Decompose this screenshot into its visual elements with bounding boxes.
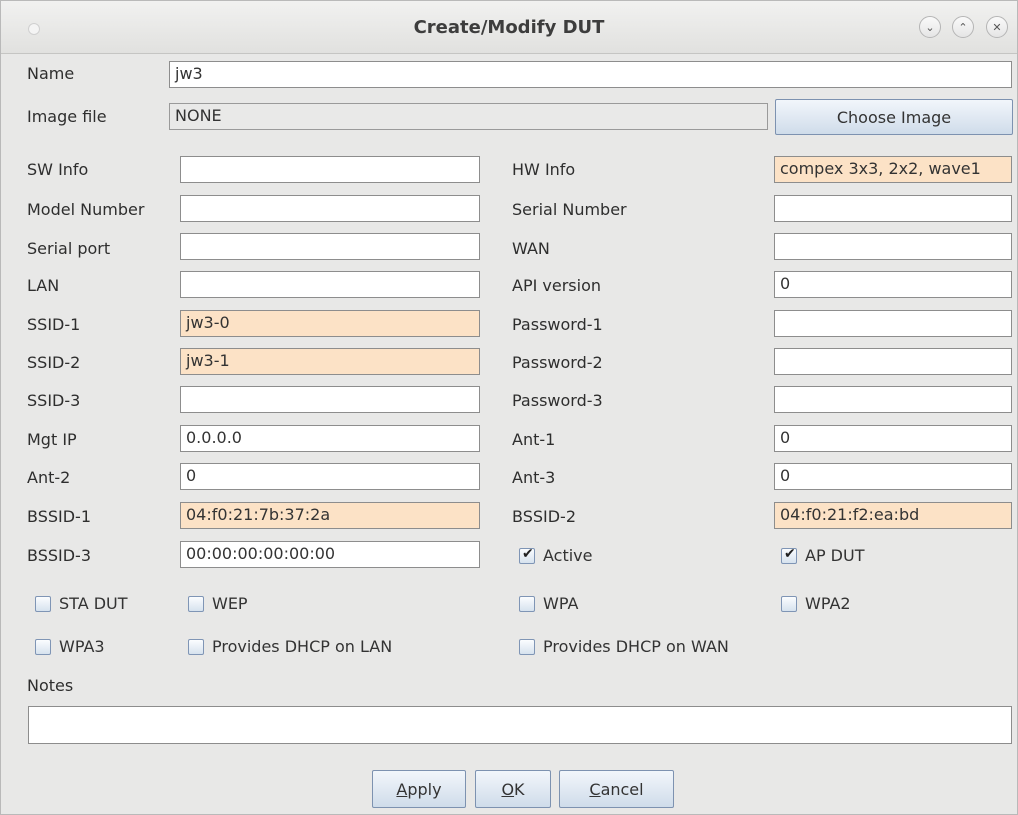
chevron-down-icon: ⌄ [925,20,935,34]
ap-dut-label: AP DUT [805,546,865,565]
checkbox-box [519,638,535,655]
checkbox-box [188,595,204,612]
mgt-ip-label: Mgt IP [27,430,77,449]
bssid-3-input[interactable]: 00:00:00:00:00:00 [180,541,480,568]
checkbox-box [519,546,535,564]
bssid-1-input[interactable]: 04:f0:21:7b:37:2a [180,502,480,529]
notes-textarea[interactable] [28,706,1012,744]
apply-mnemonic: A [396,779,408,799]
wep-checkbox[interactable]: WEP [188,594,248,613]
model-number-input[interactable] [180,195,480,222]
ok-label-rest: K [514,779,525,799]
name-input[interactable]: jw3 [169,61,1012,88]
password-3-label: Password-3 [512,391,603,410]
minimize-button[interactable]: ⌄ [919,16,941,38]
bssid-1-label: BSSID-1 [27,507,91,526]
ant-2-label: Ant-2 [27,468,71,487]
checkbox-box [781,546,797,564]
password-2-label: Password-2 [512,353,603,372]
title-bar[interactable]: Create/Modify DUT ⌄ ⌃ ✕ [1,1,1017,54]
wep-label: WEP [212,594,248,613]
checkbox-box [35,638,51,655]
checkbox-box [519,595,535,612]
ssid-1-input[interactable]: jw3-0 [180,310,480,337]
serial-port-label: Serial port [27,239,111,258]
ssid-2-input[interactable]: jw3-1 [180,348,480,375]
password-3-input[interactable] [774,386,1012,413]
image-file-field: NONE [169,103,768,130]
close-button[interactable]: ✕ [986,16,1008,38]
ok-button[interactable]: OK [475,770,551,808]
apply-label-rest: pply [407,779,442,799]
hw-info-label: HW Info [512,160,576,179]
bssid-2-input[interactable]: 04:f0:21:f2:ea:bd [774,502,1012,529]
api-version-label: API version [512,276,601,295]
checkbox-box [188,638,204,655]
password-1-input[interactable] [774,310,1012,337]
apply-button[interactable]: Apply [372,770,466,808]
ant-1-label: Ant-1 [512,430,556,449]
wpa-label: WPA [543,594,579,613]
cancel-label-rest: ancel [600,779,644,799]
sw-info-label: SW Info [27,160,89,179]
lan-input[interactable] [180,271,480,298]
wpa3-checkbox[interactable]: WPA3 [35,637,105,656]
password-2-input[interactable] [774,348,1012,375]
wpa3-label: WPA3 [59,637,105,656]
hw-info-input[interactable]: compex 3x3, 2x2, wave1 [774,156,1012,183]
checkbox-box [781,595,797,612]
serial-number-label: Serial Number [512,200,627,219]
wpa2-label: WPA2 [805,594,851,613]
ssid-1-label: SSID-1 [27,315,81,334]
active-checkbox[interactable]: Active [519,546,593,565]
maximize-button[interactable]: ⌃ [952,16,974,38]
lan-label: LAN [27,276,60,295]
active-label: Active [543,546,593,565]
dhcp-wan-label: Provides DHCP on WAN [543,637,729,656]
model-number-label: Model Number [27,200,145,219]
dhcp-lan-checkbox[interactable]: Provides DHCP on LAN [188,637,392,656]
sw-info-input[interactable] [180,156,480,183]
chevron-up-icon: ⌃ [958,20,968,34]
bssid-2-label: BSSID-2 [512,507,576,526]
window-title: Create/Modify DUT [413,17,605,38]
wan-label: WAN [512,239,550,258]
mgt-ip-input[interactable]: 0.0.0.0 [180,425,480,452]
dhcp-wan-checkbox[interactable]: Provides DHCP on WAN [519,637,729,656]
wpa-checkbox[interactable]: WPA [519,594,578,613]
ap-dut-checkbox[interactable]: AP DUT [781,546,864,565]
notes-label: Notes [27,676,74,695]
choose-image-button[interactable]: Choose Image [775,99,1013,135]
ant-2-input[interactable]: 0 [180,463,480,490]
cancel-button[interactable]: Cancel [559,770,674,808]
ant-3-input[interactable]: 0 [774,463,1012,490]
ssid-3-label: SSID-3 [27,391,81,410]
password-1-label: Password-1 [512,315,603,334]
bssid-3-label: BSSID-3 [27,546,91,565]
sta-dut-checkbox[interactable]: STA DUT [35,594,128,613]
serial-port-input[interactable] [180,233,480,260]
image-file-label: Image file [27,107,107,126]
name-label: Name [27,64,75,83]
ant-3-label: Ant-3 [512,468,556,487]
wpa2-checkbox[interactable]: WPA2 [781,594,851,613]
dialog-window: Create/Modify DUT ⌄ ⌃ ✕ Name jw3 Image f… [0,0,1018,815]
ssid-2-label: SSID-2 [27,353,81,372]
serial-number-input[interactable] [774,195,1012,222]
ok-mnemonic: O [501,779,515,799]
checkbox-box [35,595,51,612]
cancel-mnemonic: C [589,779,601,799]
wan-input[interactable] [774,233,1012,260]
dhcp-lan-label: Provides DHCP on LAN [212,637,393,656]
sta-dut-label: STA DUT [59,594,128,613]
ant-1-input[interactable]: 0 [774,425,1012,452]
close-icon: ✕ [992,20,1002,34]
ssid-3-input[interactable] [180,386,480,413]
api-version-input[interactable]: 0 [774,271,1012,298]
